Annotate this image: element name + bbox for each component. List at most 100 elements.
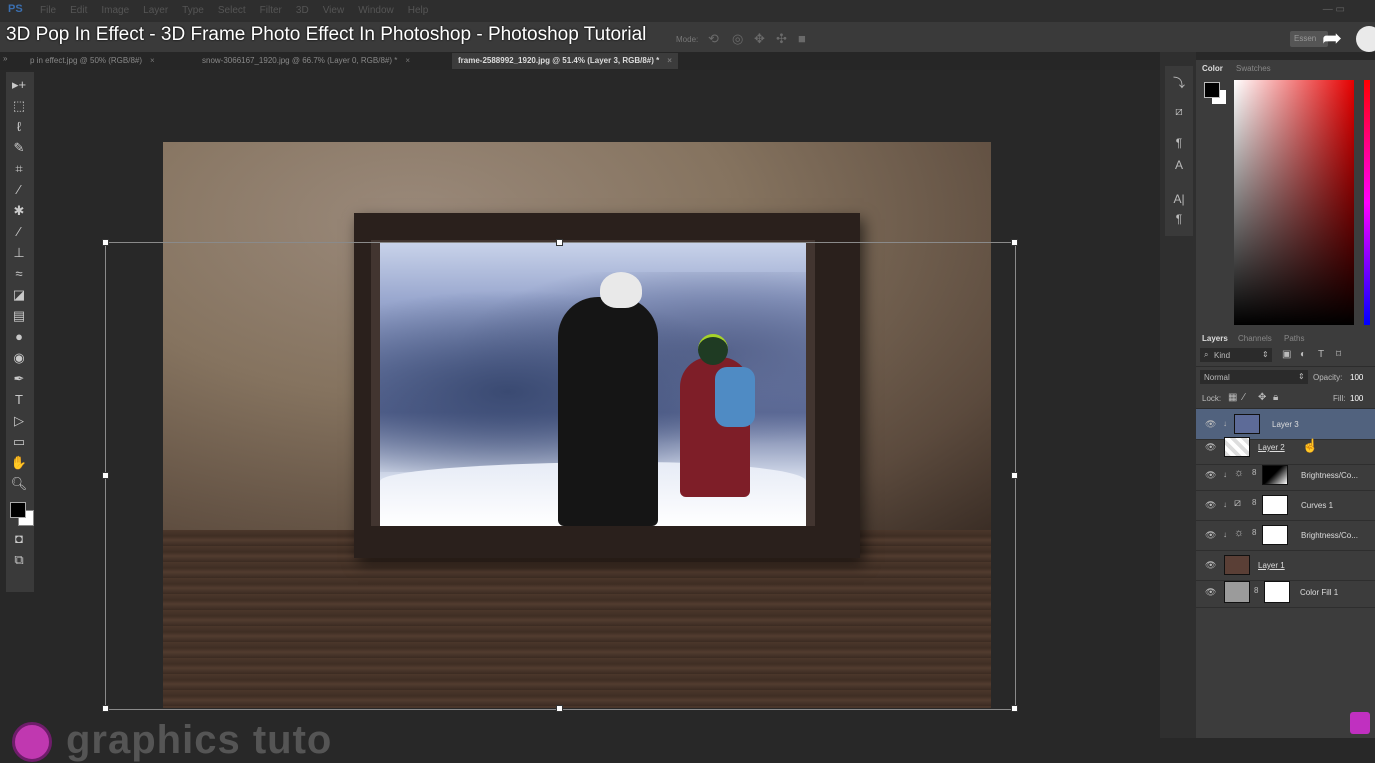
layer-row[interactable]: 👁︎ ↓ ☼ 8 Brightness/Co... [1196,460,1375,491]
document-tab[interactable]: snow-3066167_1920.jpg @ 66.7% (Layer 0, … [196,53,416,69]
eraser-tool-icon[interactable]: ◪ [10,286,28,304]
tab-channels[interactable]: Channels [1238,334,1272,343]
lasso-tool-icon[interactable]: ℓ [10,118,28,136]
share-icon[interactable]: ➦ [1322,24,1342,53]
eye-icon[interactable]: 👁︎ [1205,419,1216,430]
document-tab[interactable]: p in effect.jpg @ 50% (RGB/8#) × [24,53,161,69]
eye-icon[interactable]: 👁︎ [1205,470,1216,481]
gradient-tool-icon[interactable]: ▤ [10,307,28,325]
menu-window[interactable]: Window [358,5,394,16]
blend-mode-select[interactable]: Normal ⇕ [1200,370,1308,384]
history-icon[interactable]: ⤵ [1168,74,1190,91]
filter-shape-icon[interactable]: ⌑ [1336,349,1341,360]
layer-thumbnail [1234,414,1260,434]
slide-3d-icon[interactable]: ✣ [776,31,787,47]
lock-transparent-icon[interactable]: ▦ [1228,392,1237,403]
blur-tool-icon[interactable]: ● [10,328,28,346]
close-icon[interactable]: × [150,56,155,65]
type-tool-icon[interactable]: T [10,391,28,409]
zoom-tool-icon[interactable]: 🔍︎ [10,475,28,493]
eye-icon[interactable]: 👁︎ [1205,587,1216,598]
transform-handle[interactable] [1011,239,1018,246]
menu-3d[interactable]: 3D [296,5,309,16]
rectangle-tool-icon[interactable]: ▭ [10,433,28,451]
close-icon[interactable]: × [405,56,410,65]
roll-3d-icon[interactable]: ◎ [732,31,743,47]
menu-view[interactable]: View [323,5,345,16]
foreground-color-swatch[interactable] [10,502,26,518]
color-picker-field[interactable] [1234,80,1354,325]
layer-filter-select[interactable]: ⌕ Kind ⇕ [1200,348,1272,362]
quick-mask-icon[interactable]: ◘ [10,530,28,548]
eyedropper-tool-icon[interactable]: ⁄ [10,181,28,199]
paragraph-styles-icon[interactable]: ¶ [1168,212,1190,226]
history-brush-tool-icon[interactable]: ≈ [10,265,28,283]
transform-handle[interactable] [1011,705,1018,712]
eye-icon[interactable]: 👁︎ [1205,530,1216,541]
healing-brush-tool-icon[interactable]: ✱ [10,202,28,220]
dodge-tool-icon[interactable]: ◉ [10,349,28,367]
chevron-down-icon: ⇕ [1298,372,1305,381]
hand-tool-icon[interactable]: ✋ [10,454,28,472]
filter-adjustment-icon[interactable]: ◐ [1300,349,1306,360]
menu-image[interactable]: Image [101,5,129,16]
document-tab-active[interactable]: frame-2588992_1920.jpg @ 51.4% (Layer 3,… [452,53,678,69]
tab-color[interactable]: Color [1202,64,1223,73]
layer-row[interactable]: 👁︎ ↓ ⧄ 8 Curves 1 [1196,490,1375,521]
filter-type-icon[interactable]: T [1318,349,1324,360]
tab-layers[interactable]: Layers [1202,334,1228,343]
screen-mode-icon[interactable]: ⧉ [10,551,28,569]
minimize-icon[interactable]: — ▭ [1323,4,1345,15]
lock-pixels-icon[interactable]: ∕ [1243,392,1245,403]
drag-3d-icon[interactable]: ✥ [754,31,765,47]
transform-handle[interactable] [556,705,563,712]
move-tool-icon[interactable]: ▸+ [10,76,28,94]
opacity-value[interactable]: 100 [1350,373,1363,382]
tab-label: p in effect.jpg @ 50% (RGB/8#) [30,56,143,65]
tab-overflow-icon[interactable]: » [3,54,7,63]
transform-handle[interactable] [102,705,109,712]
menu-type[interactable]: Type [182,5,204,16]
layer-row[interactable]: 👁︎ 8 Color Fill 1 [1196,577,1375,608]
rotate-3d-icon[interactable]: ⟲ [708,31,719,47]
lock-all-icon[interactable]: 🔒︎ [1273,392,1278,403]
camera-3d-icon[interactable]: ■ [798,31,806,46]
paragraph-icon[interactable]: ¶ [1168,136,1190,150]
marquee-tool-icon[interactable]: ⬚ [10,97,28,115]
eye-icon[interactable]: 👁︎ [1205,560,1216,571]
fill-value[interactable]: 100 [1350,394,1363,403]
mode-label: Mode: [676,35,699,44]
transform-handle[interactable] [1011,472,1018,479]
menu-layer[interactable]: Layer [143,5,168,16]
link-icon: 8 [1254,586,1259,595]
transform-bounding-box[interactable] [105,242,1016,710]
tab-swatches[interactable]: Swatches [1236,64,1271,73]
tab-paths[interactable]: Paths [1284,334,1304,343]
quick-select-tool-icon[interactable]: ✎ [10,139,28,157]
close-icon[interactable]: × [667,56,672,65]
path-select-tool-icon[interactable]: ▷ [10,412,28,430]
color-panel-foreground-swatch[interactable] [1204,82,1220,98]
transform-handle[interactable] [102,239,109,246]
eye-icon[interactable]: 👁︎ [1205,500,1216,511]
filter-pixel-icon[interactable]: ▣ [1282,349,1291,360]
hue-slider[interactable] [1364,80,1370,325]
lock-position-icon[interactable]: ✥ [1258,392,1266,403]
layer-row[interactable]: 👁︎ ↓ ☼ 8 Brightness/Co... [1196,520,1375,551]
menu-edit[interactable]: Edit [70,5,87,16]
menu-file[interactable]: File [40,5,56,16]
type-a-icon[interactable]: A| [1168,192,1190,206]
character-icon[interactable]: A [1168,158,1190,172]
clone-stamp-tool-icon[interactable]: ⊥ [10,244,28,262]
menu-help[interactable]: Help [408,5,429,16]
menu-select[interactable]: Select [218,5,246,16]
crop-tool-icon[interactable]: ⌗ [10,160,28,178]
channel-avatar[interactable] [1356,26,1375,52]
brush-tool-icon[interactable]: ∕ [10,223,28,241]
properties-icon[interactable]: ⧄ [1168,104,1190,119]
eye-icon[interactable]: 👁︎ [1205,442,1216,453]
pen-tool-icon[interactable]: ✒ [10,370,28,388]
transform-handle[interactable] [102,472,109,479]
menu-filter[interactable]: Filter [260,5,282,16]
transform-handle[interactable] [556,239,563,246]
